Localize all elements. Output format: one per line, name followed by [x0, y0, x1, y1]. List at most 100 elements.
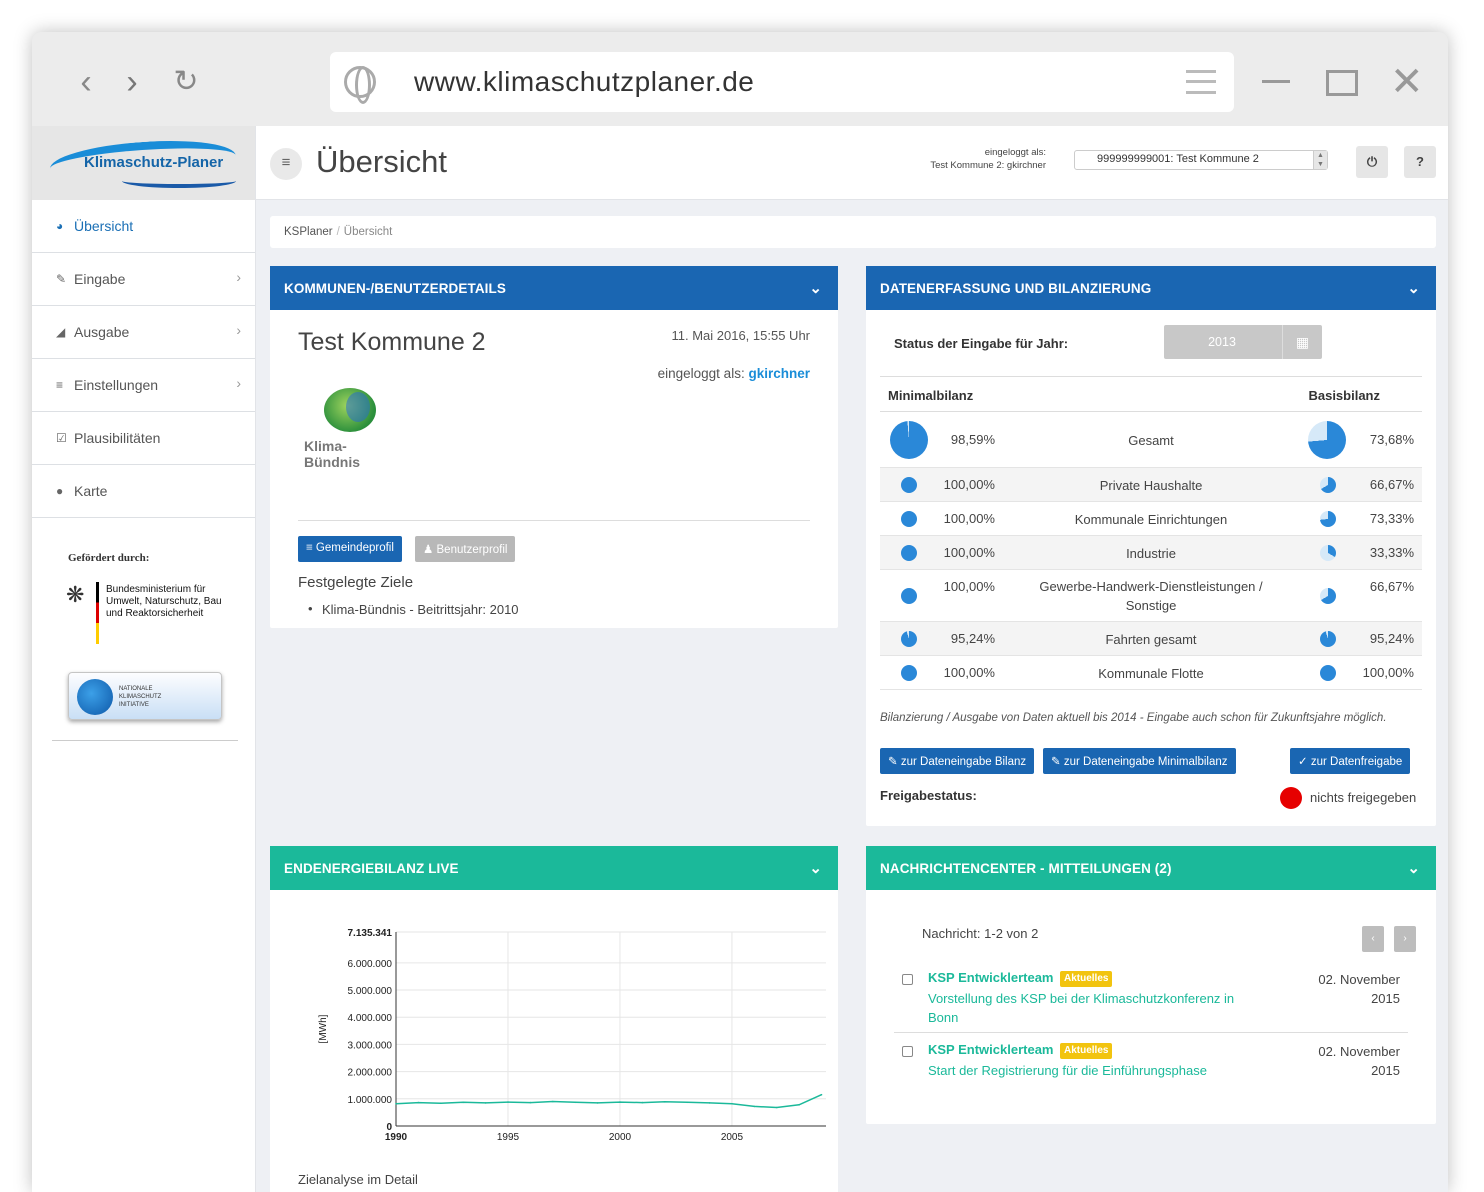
button-label: zur Dateneingabe Bilanz: [900, 756, 1027, 768]
data-point: [798, 1104, 800, 1106]
earth-icon: [77, 679, 113, 715]
basis-value: 73,68%: [1369, 432, 1414, 447]
sidebar-item-label: Karte: [74, 483, 108, 499]
message-date-day: 02. November: [1318, 972, 1400, 987]
bilanz-row: 100,00% Industrie 33,33%: [880, 536, 1422, 570]
url-text[interactable]: www.klimaschutzplaner.de: [414, 66, 754, 98]
forward-arrow-icon[interactable]: ›: [112, 62, 152, 102]
column-header-minimal: Minimalbilanz: [888, 388, 974, 403]
next-page-button[interactable]: ›: [1394, 926, 1416, 952]
message-checkbox[interactable]: [902, 974, 913, 985]
panel-header[interactable]: ENDENERGIEBILANZ LIVE ⌄: [270, 846, 838, 890]
funding-label: Gefördert durch:: [68, 552, 150, 564]
chevron-right-icon: ›: [236, 269, 241, 285]
reload-icon[interactable]: ↻: [166, 62, 206, 102]
minimal-value: 100,00%: [943, 511, 995, 526]
y-axis-label: [MWh]: [318, 1014, 329, 1043]
bilanz-row: 95,24% Fahrten gesamt 95,24%: [880, 622, 1422, 656]
kommune-select-value: 999999999001: Test Kommune 2: [1097, 153, 1259, 165]
login-user-link[interactable]: gkirchner: [748, 366, 810, 381]
page-title: Übersicht: [316, 144, 447, 179]
sidebar-toggle-button[interactable]: ≡: [270, 148, 302, 180]
sidebar-item-karte[interactable]: ● Karte: [32, 465, 255, 518]
chevron-right-icon: ›: [236, 322, 241, 338]
close-icon[interactable]: ✕: [1390, 60, 1424, 104]
message-checkbox[interactable]: [902, 1046, 913, 1057]
minimize-icon[interactable]: [1262, 80, 1290, 83]
bilanz-note: Bilanzierung / Ausgabe von Daten aktuell…: [880, 712, 1387, 724]
panel-header[interactable]: KOMMUNEN-/BENUTZERDETAILS ⌄: [270, 266, 838, 310]
aktuelles-badge: Aktuelles: [1060, 971, 1113, 987]
y-tick-label: 0: [386, 1122, 392, 1133]
bilanz-table: Minimalbilanz Basisbilanz 98,59% Gesamt 73…: [880, 376, 1422, 690]
browser-window: ‹ › ↻ www.klimaschutzplaner.de ✕ Klimasc…: [32, 32, 1448, 1192]
message-sender[interactable]: KSP Entwicklerteam: [928, 1042, 1053, 1057]
sliders-icon: ≡: [56, 378, 64, 392]
button-label: zur Dateneingabe Minimalbilanz: [1063, 756, 1228, 768]
breadcrumb-root[interactable]: KSPlaner: [284, 226, 333, 238]
data-point: [641, 1101, 644, 1104]
year-picker[interactable]: 2013 ▦: [1164, 325, 1322, 359]
menu-icon[interactable]: [1186, 70, 1216, 94]
y-tick-label: 2.000.000: [348, 1068, 393, 1079]
benutzerprofil-button[interactable]: ♟ Benutzerprofil: [415, 536, 516, 562]
data-point: [395, 1102, 397, 1105]
globe-logo-icon: [324, 388, 376, 432]
sidebar-item-eingabe[interactable]: ✎ Eingabe ›: [32, 253, 255, 306]
minimal-value: 95,24%: [950, 631, 995, 646]
energy-line-chart[interactable]: 1990 1995 2000 2005 0 1.000.000 2.000.000 3.000…: [270, 890, 838, 1160]
sidebar-item-label: Einstellungen: [74, 377, 159, 393]
basis-pie-icon: [1320, 631, 1336, 647]
calendar-grid-icon[interactable]: ▦: [1282, 325, 1322, 359]
panel-header[interactable]: NACHRICHTENCENTER - MITTEILUNGEN (2) ⌄: [866, 846, 1436, 890]
address-bar[interactable]: www.klimaschutzplaner.de: [330, 52, 1234, 112]
category-label: Kommunale Einrichtungen: [1074, 512, 1228, 527]
basis-pie-icon: [1320, 477, 1336, 493]
dashboard-icon: ◕: [56, 219, 64, 233]
kommune-select[interactable]: 999999999001: Test Kommune 2 ▲ ▼: [1074, 150, 1328, 170]
data-point: [440, 1102, 442, 1104]
german-flag-bar: [96, 582, 99, 644]
initiative-logo[interactable]: NATIONALE KLIMASCHUTZ INITIATIVE: [68, 672, 222, 720]
panel-header[interactable]: DATENERFASSUNG UND BILANZIERUNG ⌄: [866, 266, 1436, 310]
sidebar-item-plausibilitäten[interactable]: ☑ Plausibilitäten: [32, 412, 255, 465]
select-arrows-icon: ▲ ▼: [1313, 151, 1327, 169]
category-label: Industrie: [1126, 546, 1176, 561]
x-tick-label: 2000: [609, 1132, 632, 1143]
dateneingabe-minimalbilanz-button[interactable]: ✎ zur Dateneingabe Minimalbilanz: [1043, 748, 1236, 774]
message-sender[interactable]: KSP Entwicklerteam: [928, 970, 1053, 985]
minimal-pie-icon: [901, 588, 917, 604]
ministry-logo[interactable]: ❋ Bundesministerium für Umwelt, Natursch…: [66, 582, 226, 648]
basis-pie-icon: [1320, 665, 1336, 681]
message-subject-link[interactable]: Start der Registrierung für die Einführu…: [928, 1061, 1268, 1080]
sidebar-item-einstellungen[interactable]: ≡ Einstellungen ›: [32, 359, 255, 412]
logo-underline: [122, 174, 236, 188]
chevron-down-icon[interactable]: ⌄: [809, 279, 822, 297]
category-label: Private Haushalte: [1099, 478, 1203, 493]
sidebar-item-übersicht[interactable]: ◕ Übersicht: [32, 200, 255, 253]
chevron-down-icon[interactable]: ⌄: [809, 859, 822, 877]
basis-value: 73,33%: [1369, 511, 1414, 526]
power-icon[interactable]: ⏻: [1356, 146, 1388, 178]
logo-text: Klimaschutz-Planer: [84, 154, 224, 171]
dateneingabe-bilanz-button[interactable]: ✎ zur Dateneingabe Bilanz: [880, 748, 1035, 774]
chevron-down-icon[interactable]: ⌄: [1407, 859, 1420, 877]
year-value[interactable]: 2013: [1164, 335, 1280, 349]
app-logo[interactable]: Klimaschutz-Planer: [32, 126, 255, 200]
chevron-down-icon[interactable]: ⌄: [1407, 279, 1420, 297]
prev-page-button[interactable]: ‹: [1362, 926, 1384, 952]
kommune-date: 11. Mai 2016, 15:55 Uhr: [671, 328, 810, 343]
maximize-icon[interactable]: [1326, 70, 1358, 96]
aktuelles-badge: Aktuelles: [1060, 1043, 1113, 1059]
message-subject-link[interactable]: Vorstellung des KSP bei der Klimaschutzk…: [928, 989, 1268, 1027]
datenfreigabe-button[interactable]: ✓ zur Datenfreigabe: [1290, 748, 1411, 774]
back-arrow-icon[interactable]: ‹: [66, 62, 106, 102]
help-button[interactable]: ?: [1404, 146, 1436, 178]
sidebar-item-ausgabe[interactable]: ◢ Ausgabe ›: [32, 306, 255, 359]
bilanz-row: 100,00% Private Haushalte 66,67%: [880, 468, 1422, 502]
panel-title: KOMMUNEN-/BENUTZERDETAILS: [284, 281, 506, 296]
gemeindeprofil-button[interactable]: ≡ Gemeindeprofil: [298, 536, 402, 562]
data-point: [775, 1106, 778, 1109]
login-info: eingeloggt als: Test Kommune 2: gkirchne…: [916, 146, 1046, 172]
area-chart-icon: ◢: [56, 325, 66, 339]
